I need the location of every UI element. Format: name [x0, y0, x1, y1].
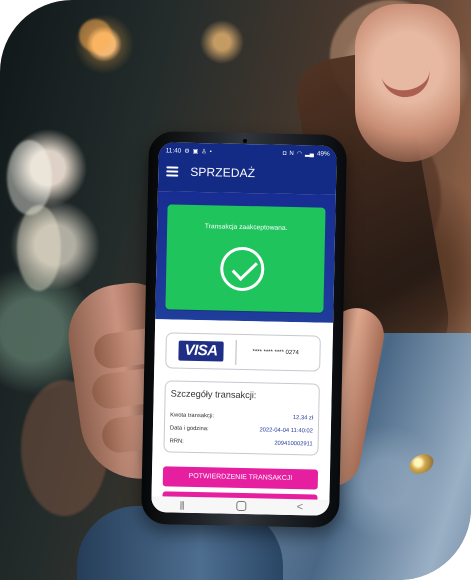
recent-apps-icon[interactable]: ||| — [175, 497, 187, 513]
status-right: ◘ N ◠ ▂▄ 49% — [283, 149, 330, 160]
hamburger-menu-icon[interactable] — [166, 166, 179, 177]
menu-line — [166, 166, 179, 169]
battery-percentage: 49% — [316, 150, 330, 158]
bokeh-light — [79, 19, 112, 52]
menu-line — [166, 174, 179, 177]
detail-value: 12,34 zł — [292, 415, 314, 422]
visa-logo-icon: VISA — [178, 340, 224, 362]
image-icon: ▣ — [192, 148, 199, 156]
app-bar: SPRZEDAŻ — [158, 159, 336, 188]
scene: 11:40 ⚙ ▣ ♙ • ◘ N ◠ ▂▄ 49% SPRZEDAŻ Tran… — [0, 0, 471, 580]
background-photo: 11:40 ⚙ ▣ ♙ • ◘ N ◠ ▂▄ 49% SPRZEDAŻ Tran… — [0, 0, 471, 580]
amount-row: Kwota transakcji: 12,34 zł — [170, 411, 313, 423]
masked-card-number: **** **** **** 0274 — [252, 349, 299, 357]
app-title: SPRZEDAŻ — [190, 164, 256, 181]
detail-value: 2022-04-04 11:40:02 — [259, 427, 313, 435]
status-left: 11:40 ⚙ ▣ ♙ • — [166, 146, 212, 157]
status-time: 11:40 — [165, 147, 182, 155]
home-icon[interactable] — [236, 500, 247, 512]
payment-card-summary: VISA **** **** **** 0274 — [165, 332, 321, 372]
details-title: Szczegóły transakcji: — [170, 388, 257, 401]
detail-label: RRN: — [169, 438, 184, 445]
success-section: Transakcja zaakceptowana. — [155, 191, 336, 323]
bokeh-light — [17, 205, 61, 291]
transaction-content: VISA **** **** **** 0274 Szczegóły trans… — [151, 319, 334, 516]
rrn-row: RRN: 209410002911 — [170, 437, 313, 449]
battery-saver-icon: ◘ — [282, 150, 287, 157]
card-divider — [235, 339, 237, 365]
transaction-accepted-panel: Transakcja zaakceptowana. — [165, 204, 326, 313]
nfc-icon: N — [289, 150, 294, 158]
android-navigation-bar: ||| < — [151, 496, 330, 516]
dot-icon: • — [209, 149, 212, 156]
phone-screen: 11:40 ⚙ ▣ ♙ • ◘ N ◠ ▂▄ 49% SPRZEDAŻ Tran… — [151, 142, 337, 516]
check-circle-icon — [219, 246, 265, 292]
success-message: Transakcja zaakceptowana. — [204, 223, 288, 232]
date-time-row: Data i godzina: 2022-04-04 11:40:02 — [170, 424, 313, 436]
front-camera-icon — [242, 138, 247, 144]
transaction-details: Szczegóły transakcji: Kwota transakcji: … — [163, 380, 320, 456]
bokeh-light — [7, 140, 52, 215]
detail-label: Kwota transakcji: — [170, 412, 215, 420]
gear-icon: ⚙ — [184, 148, 190, 155]
smartphone: 11:40 ⚙ ▣ ♙ • ◘ N ◠ ▂▄ 49% SPRZEDAŻ Tran… — [140, 130, 348, 529]
transaction-confirmation-button[interactable]: POTWIERDZENIE TRANSAKCJI — [162, 466, 319, 490]
signal-icon: ▂▄ — [304, 151, 314, 158]
person-icon: ♙ — [201, 149, 207, 156]
menu-line — [166, 170, 179, 173]
detail-value: 209410002911 — [274, 440, 313, 448]
back-icon[interactable]: < — [295, 499, 305, 515]
top-app-bar: 11:40 ⚙ ▣ ♙ • ◘ N ◠ ▂▄ 49% SPRZEDAŻ — [157, 142, 337, 195]
detail-label: Data i godzina: — [169, 425, 209, 433]
wifi-icon: ◠ — [296, 151, 303, 158]
status-bar: 11:40 ⚙ ▣ ♙ • ◘ N ◠ ▂▄ 49% — [166, 146, 330, 159]
